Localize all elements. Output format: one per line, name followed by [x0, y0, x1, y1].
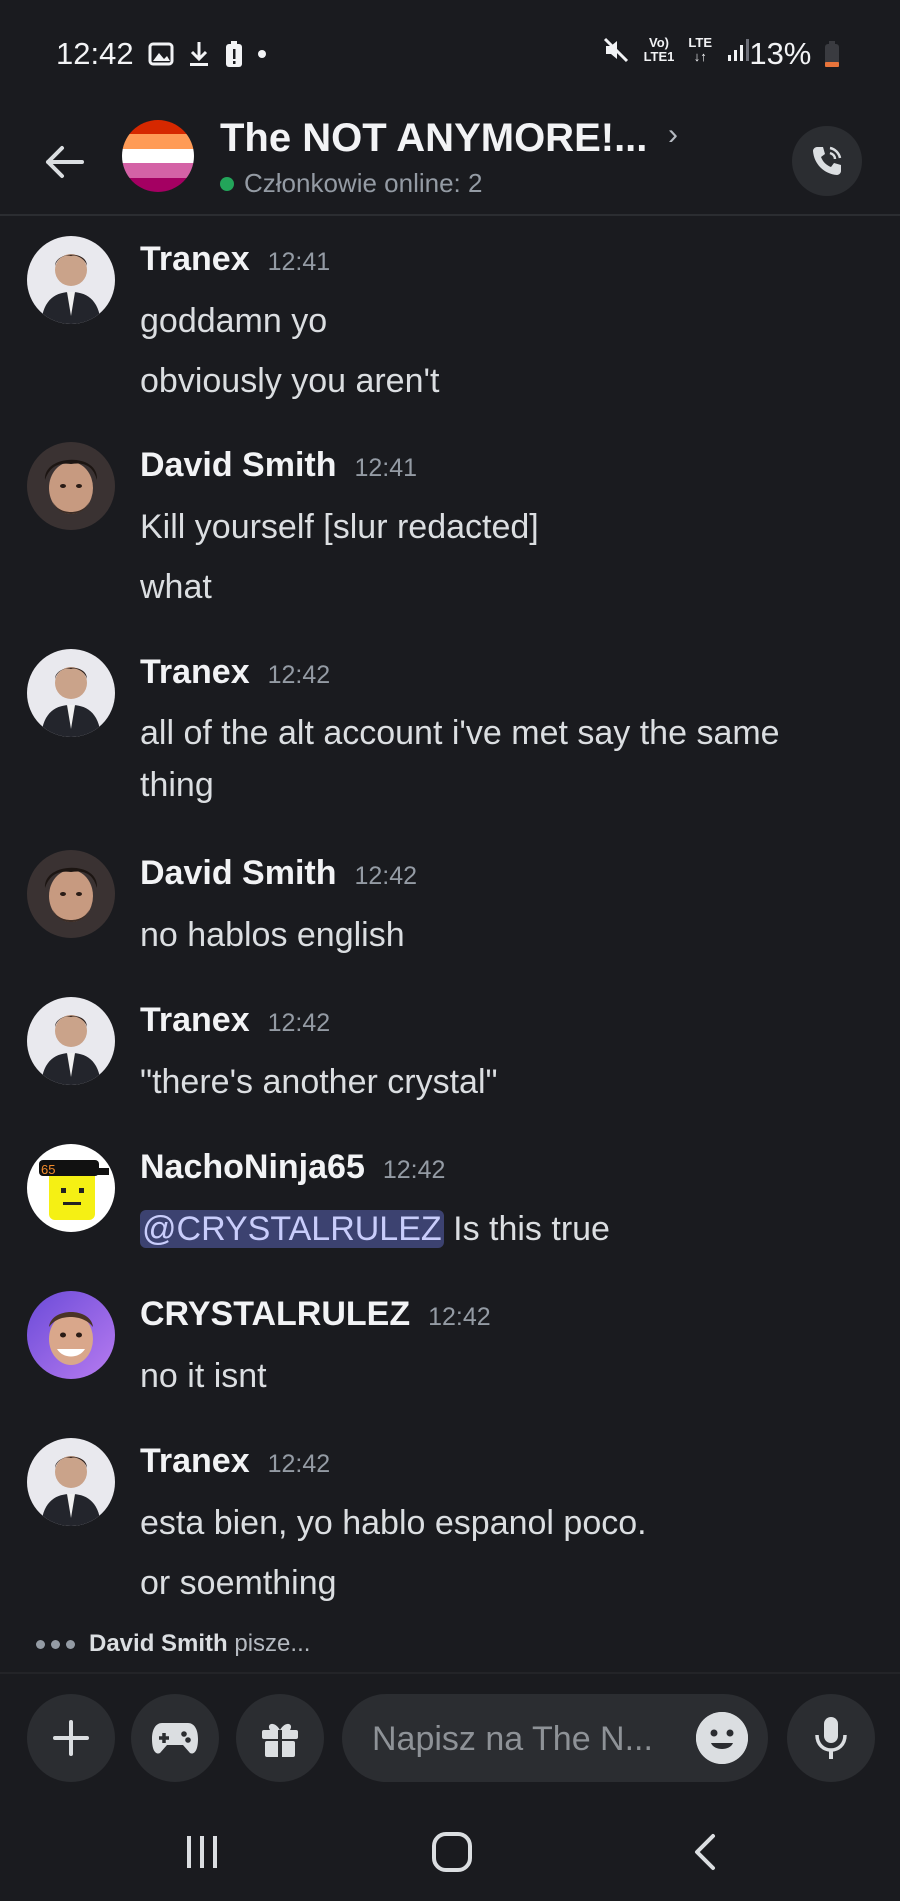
arrow-left-icon: [46, 146, 84, 178]
message-time: 12:42: [354, 862, 418, 890]
typing-dots-icon: [36, 1639, 75, 1649]
message-text: "there's another crystal": [140, 1063, 498, 1101]
status-left-icons: [148, 40, 268, 68]
user-avatar-icon: [27, 1291, 115, 1379]
avatar-david-smith[interactable]: [27, 442, 115, 530]
online-indicator-icon: [220, 176, 234, 191]
back-nav-button[interactable]: [674, 1830, 734, 1874]
gallery-icon: [148, 42, 174, 66]
message-list[interactable]: Tranex 12:41 goddamn yo obviously you ar…: [0, 226, 900, 1646]
message-author[interactable]: Tranex: [140, 653, 250, 692]
mute-icon: [603, 37, 628, 63]
activities-button[interactable]: [131, 1694, 219, 1782]
message-text: goddamn yo: [140, 302, 328, 340]
avatar-crystalrulez[interactable]: [27, 1291, 115, 1379]
volte-indicator: Vo) LTE1: [643, 35, 675, 64]
message-text: Kill yourself [slur redacted]: [140, 508, 539, 546]
message-author[interactable]: Tranex: [140, 1442, 250, 1481]
gift-icon: [262, 1723, 298, 1757]
plus-icon: [53, 1720, 89, 1756]
message-time: 12:42: [267, 1450, 331, 1478]
battery-icon: [825, 41, 839, 67]
user-mention[interactable]: @CRYSTALRULEZ: [140, 1210, 444, 1248]
system-navigation-bar: [0, 1802, 900, 1901]
online-members-text: Członkowie online: 2: [244, 168, 483, 198]
recents-icon: [187, 1836, 217, 1868]
status-right-icons: Vo) LTE1 LTE ↓↑: [602, 36, 750, 64]
user-avatar-icon: [27, 997, 115, 1085]
recent-apps-button[interactable]: [172, 1830, 232, 1874]
message-time: 12:41: [354, 454, 418, 482]
svg-text:65: 65: [41, 1162, 55, 1177]
channel-title[interactable]: The NOT ANYMORE!...: [220, 116, 647, 161]
avatar-tranex[interactable]: [27, 236, 115, 324]
battery-alert-icon: [226, 41, 242, 67]
message-text: obviously you aren't: [140, 362, 440, 400]
message-author[interactable]: NachoNinja65: [140, 1148, 365, 1187]
back-button[interactable]: [36, 134, 92, 190]
user-avatar-icon: 65: [27, 1144, 115, 1232]
phone-icon: [813, 146, 842, 175]
user-avatar-icon: [27, 1438, 115, 1526]
message-input[interactable]: [370, 1694, 674, 1784]
message-text: no hablos english: [140, 916, 405, 954]
home-button[interactable]: [422, 1830, 482, 1874]
message-input-container[interactable]: [342, 1694, 768, 1784]
message-composer: [0, 1672, 900, 1804]
message-text: @CRYSTALRULEZ Is this true: [140, 1210, 610, 1248]
message-text: all of the alt account i've met say the …: [140, 714, 780, 804]
smile-icon: [696, 1712, 748, 1764]
message-time: 12:42: [267, 661, 331, 689]
user-avatar-icon: [27, 442, 115, 530]
channel-header: The NOT ANYMORE!... › Członkowie online:…: [0, 110, 900, 216]
group-avatar[interactable]: [122, 120, 194, 192]
dot-icon: [258, 50, 266, 58]
message-author[interactable]: David Smith: [140, 854, 336, 893]
lte-indicator: LTE ↓↑: [688, 35, 712, 64]
typing-suffix: pisze...: [227, 1630, 311, 1657]
download-icon: [190, 42, 208, 66]
avatar-tranex[interactable]: [27, 997, 115, 1085]
home-icon: [432, 1832, 472, 1872]
gamepad-icon: [152, 1723, 198, 1754]
call-button[interactable]: [792, 126, 862, 196]
avatar-david-smith[interactable]: [27, 850, 115, 938]
message-author[interactable]: David Smith: [140, 446, 336, 485]
user-avatar-icon: [27, 850, 115, 938]
emoji-button[interactable]: [696, 1712, 748, 1764]
status-time: 12:42: [56, 36, 134, 71]
message-time: 12:42: [428, 1303, 491, 1331]
message-author[interactable]: Tranex: [140, 240, 250, 279]
status-bar: 12:42 Vo) LTE1 LTE ↓↑ 13%: [0, 0, 900, 110]
message-author[interactable]: CRYSTALRULEZ: [140, 1295, 410, 1334]
message-text: what: [140, 568, 212, 606]
message-time: 12:42: [267, 1009, 331, 1037]
microphone-icon: [815, 1717, 847, 1759]
message-text: or soemthing: [140, 1564, 337, 1602]
message-text: no it isnt: [140, 1357, 267, 1395]
add-attachment-button[interactable]: [27, 1694, 115, 1782]
avatar-tranex[interactable]: [27, 649, 115, 737]
battery-percent: 13%: [749, 36, 840, 72]
typing-indicator: David Smith pisze...: [36, 1630, 310, 1658]
avatar-nachoninja65[interactable]: 65: [27, 1144, 115, 1232]
signal-icon: [728, 39, 749, 61]
user-avatar-icon: [27, 236, 115, 324]
message-author[interactable]: Tranex: [140, 1001, 250, 1040]
user-avatar-icon: [27, 649, 115, 737]
voice-message-button[interactable]: [787, 1694, 875, 1782]
message-time: 12:41: [267, 248, 331, 276]
chevron-left-icon: [695, 1834, 715, 1870]
chevron-right-icon[interactable]: ›: [668, 118, 678, 152]
typing-user: David Smith: [89, 1630, 228, 1657]
message-text: esta bien, yo hablo espanol poco.: [140, 1504, 647, 1542]
gift-button[interactable]: [236, 1694, 324, 1782]
online-members: Członkowie online: 2: [220, 168, 482, 199]
message-time: 12:42: [382, 1156, 446, 1184]
avatar-tranex[interactable]: [27, 1438, 115, 1526]
